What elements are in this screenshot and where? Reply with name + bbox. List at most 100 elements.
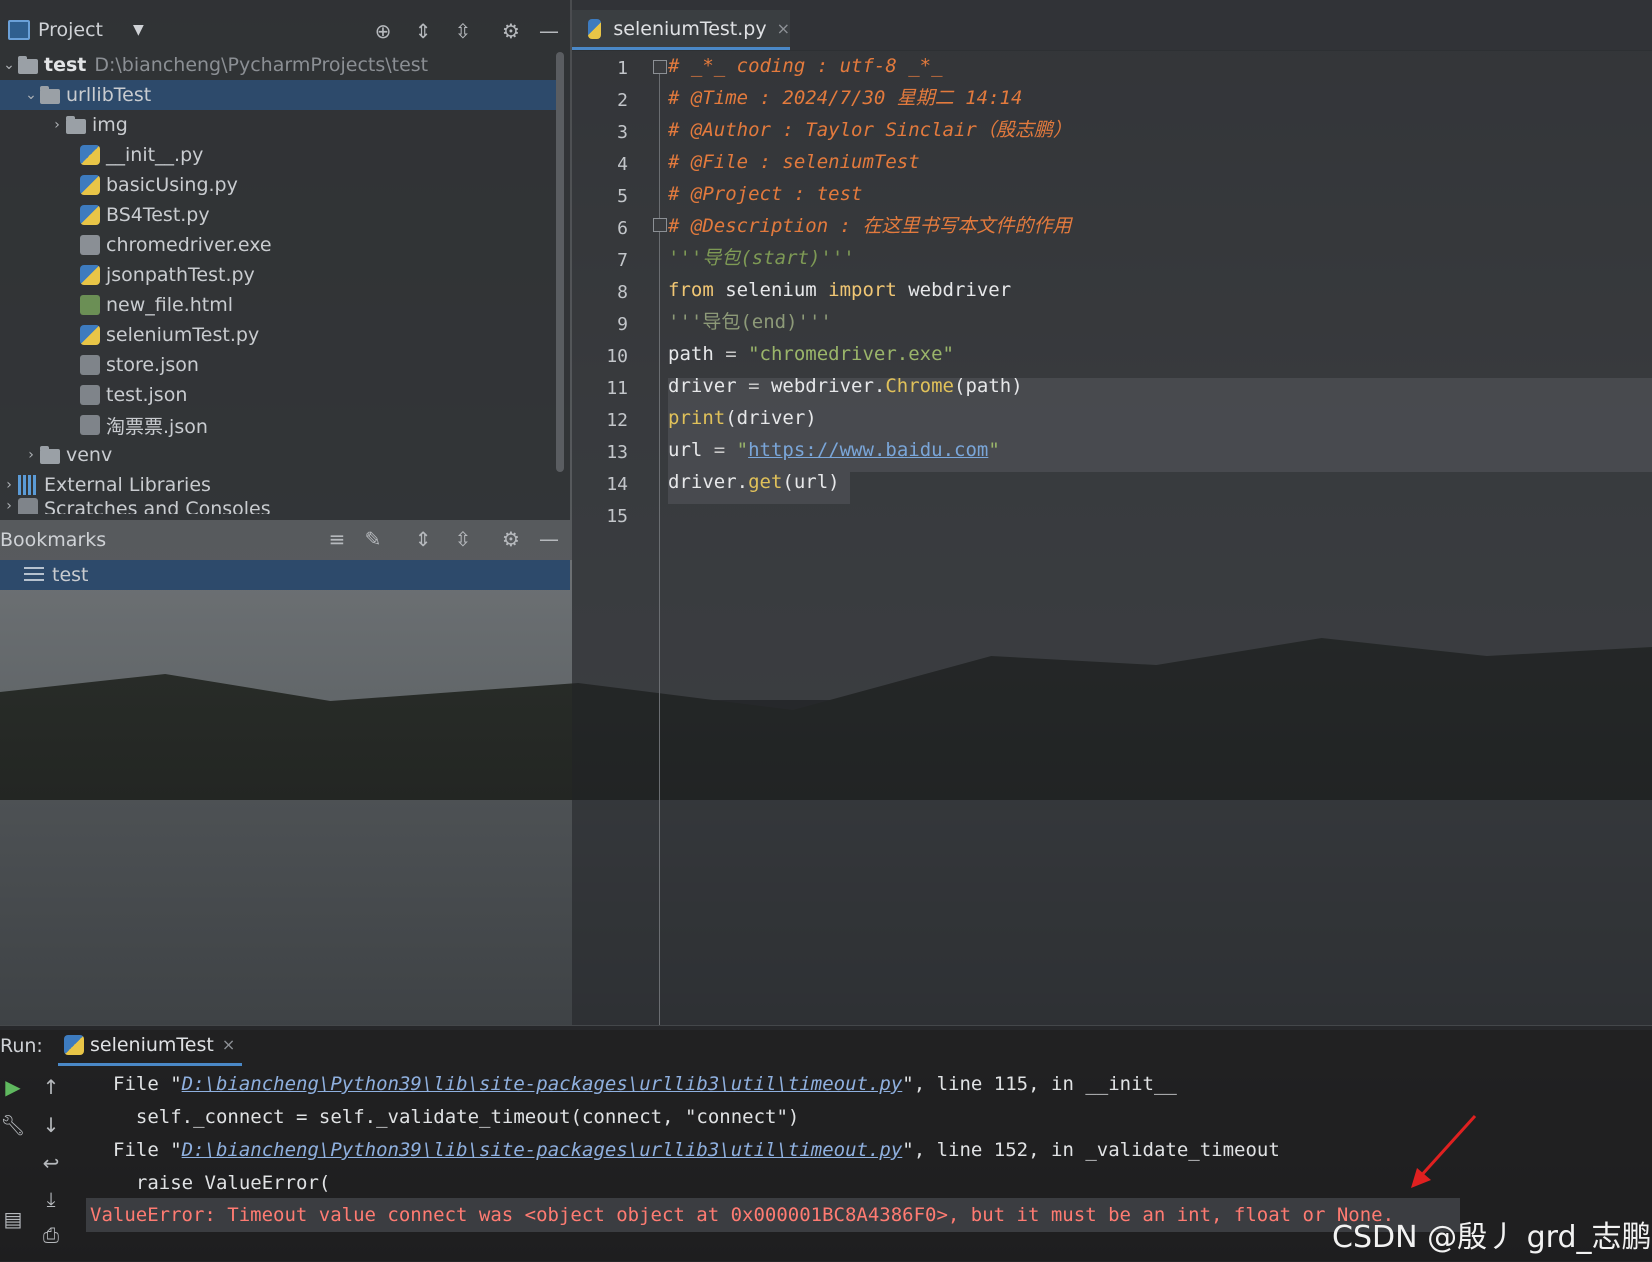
- code-line-11: driver = webdriver.Chrome(path): [668, 370, 1023, 402]
- operator-token: =: [702, 439, 737, 461]
- print-icon[interactable]: ⎙: [38, 1222, 64, 1248]
- code-editor[interactable]: 1 2 3 4 5 6 7 8 9 10 11 12 13 14 15 # _*…: [572, 50, 1652, 1025]
- chevron-right-icon[interactable]: ›: [0, 477, 18, 493]
- layout-icon[interactable]: ▤: [0, 1206, 26, 1232]
- args-token: (url): [782, 471, 840, 493]
- soft-wrap-icon[interactable]: ↩: [38, 1150, 64, 1176]
- keyword-token: from: [668, 279, 714, 301]
- line-number: 6: [617, 218, 628, 239]
- bookmarks-tool-window: Bookmarks ≡ ✎ ⇕ ⇳ ⚙ — test: [0, 520, 570, 590]
- line-number: 14: [606, 474, 628, 495]
- collapse-all-icon[interactable]: ⇳: [450, 527, 476, 553]
- tree-item-bs4test-py[interactable]: BS4Test.py: [80, 200, 210, 230]
- bookmarks-header: Bookmarks ≡ ✎ ⇕ ⇳ ⚙ —: [0, 520, 570, 560]
- tree-item-init-py[interactable]: __init__.py: [80, 140, 203, 170]
- code-line-5: # @Project : test: [668, 183, 863, 205]
- down-arrow-icon[interactable]: ↓: [38, 1112, 64, 1138]
- code-line-3: # @Author : Taylor Sinclair（殷志鹏）: [668, 119, 1072, 141]
- tree-item-urllibtest[interactable]: ⌄ urllibTest: [0, 80, 556, 110]
- python-file-icon: [80, 325, 100, 345]
- project-scrollbar[interactable]: [556, 52, 564, 472]
- file-path-link[interactable]: D:\biancheng\Python39\lib\site-packages\…: [182, 1073, 903, 1095]
- code-line-13: url = "https://www.baidu.com": [668, 434, 1000, 466]
- code-line-7: '''导包(start)''': [668, 247, 855, 269]
- line-number: 13: [606, 442, 628, 463]
- tab-seleniumtest-py[interactable]: seleniumTest.py ×: [572, 10, 790, 50]
- error-line: ValueError: Timeout value connect was <o…: [86, 1198, 1460, 1232]
- wrench-icon[interactable]: 🔧︎: [0, 1112, 26, 1138]
- tree-item-label: store.json: [106, 354, 199, 376]
- tree-item-new-file-html[interactable]: new_file.html: [80, 290, 233, 320]
- output-line: File "D:\biancheng\Python39\lib\site-pac…: [113, 1134, 1280, 1166]
- gear-icon[interactable]: ⚙: [498, 18, 524, 44]
- output-line: File "D:\biancheng\Python39\lib\site-pac…: [113, 1068, 1177, 1100]
- chevron-down-icon: ▼: [133, 22, 144, 38]
- project-view-selector[interactable]: Project ▼: [8, 19, 144, 41]
- output-text: File ": [113, 1139, 182, 1161]
- tree-item-chromedriver-exe[interactable]: chromedriver.exe: [80, 230, 272, 260]
- hide-icon[interactable]: —: [536, 18, 562, 44]
- scroll-to-end-icon[interactable]: ⤓: [38, 1186, 64, 1212]
- tree-item-test[interactable]: ⌄ test D:\biancheng\PycharmProjects\test: [0, 50, 428, 80]
- chevron-down-icon[interactable]: ⌄: [0, 57, 18, 73]
- chevron-right-icon[interactable]: ›: [48, 117, 66, 133]
- fold-toggle-icon[interactable]: [653, 218, 667, 232]
- tree-item-basicusing-py[interactable]: basicUsing.py: [80, 170, 238, 200]
- line-number-gutter: 1 2 3 4 5 6 7 8 9 10 11 12 13 14 15: [572, 50, 660, 1025]
- expand-all-icon[interactable]: ⇕: [410, 18, 436, 44]
- line-number: 3: [617, 122, 628, 143]
- python-file-icon: [80, 205, 100, 225]
- tree-item-seleniumtest-py[interactable]: seleniumTest.py: [80, 320, 259, 350]
- edit-icon[interactable]: ✎: [360, 527, 386, 553]
- tree-item-test-json[interactable]: test.json: [80, 380, 187, 410]
- file-path-link[interactable]: D:\biancheng\Python39\lib\site-packages\…: [182, 1139, 903, 1161]
- bookmarks-title: Bookmarks: [0, 529, 107, 551]
- url-link[interactable]: https://www.baidu.com: [748, 439, 988, 461]
- hide-icon[interactable]: —: [536, 527, 562, 553]
- collapse-all-icon[interactable]: ⇳: [450, 18, 476, 44]
- object-token: driver.: [668, 471, 749, 493]
- line-number: 8: [617, 282, 628, 303]
- gear-icon[interactable]: ⚙: [498, 527, 524, 553]
- output-text: File ": [113, 1073, 182, 1095]
- name-token: webdriver: [896, 279, 1012, 301]
- tree-item-scratches[interactable]: › Scratches and Consoles: [0, 498, 271, 514]
- function-token: get: [748, 471, 783, 493]
- rerun-icon[interactable]: ▶: [0, 1074, 26, 1100]
- bookmark-list-item[interactable]: test: [0, 560, 570, 590]
- string-token: ": [988, 439, 1000, 461]
- chevron-down-icon[interactable]: ⌄: [22, 87, 40, 103]
- tree-item-label: new_file.html: [106, 294, 234, 316]
- expand-all-icon[interactable]: ⇕: [410, 527, 436, 553]
- tree-item-label: test: [44, 54, 87, 76]
- json-file-icon: [80, 385, 100, 405]
- locate-icon[interactable]: ⊕: [370, 18, 396, 44]
- tree-item-label: basicUsing.py: [106, 174, 238, 196]
- tree-item-taopiaopiao-json[interactable]: 淘票票.json: [80, 410, 208, 440]
- run-tab-seleniumtest[interactable]: seleniumTest ×: [58, 1026, 242, 1066]
- tree-item-path: D:\biancheng\PycharmProjects\test: [94, 54, 429, 76]
- add-list-icon[interactable]: ≡: [324, 527, 350, 553]
- project-panel-header: Project ▼ ⊕ ⇕ ⇳ ⚙ —: [0, 10, 570, 50]
- folder-icon: [66, 115, 86, 134]
- chevron-right-icon[interactable]: ›: [22, 447, 40, 463]
- tree-item-jsonpathtest-py[interactable]: jsonpathTest.py: [80, 260, 255, 290]
- tree-item-store-json[interactable]: store.json: [80, 350, 199, 380]
- list-icon: [24, 567, 44, 583]
- tree-item-img[interactable]: › img: [48, 110, 128, 140]
- module-token: selenium: [713, 279, 829, 301]
- close-icon[interactable]: ×: [777, 19, 790, 38]
- up-arrow-icon[interactable]: ↑: [38, 1074, 64, 1100]
- tree-item-external-libraries[interactable]: › External Libraries: [0, 470, 211, 500]
- chevron-right-icon[interactable]: ›: [0, 498, 18, 514]
- code-line-2: # @Time : 2024/7/30 星期二 14:14: [668, 87, 1023, 109]
- python-file-icon: [80, 265, 100, 285]
- fold-toggle-icon[interactable]: [653, 60, 667, 74]
- html-file-icon: [80, 295, 100, 315]
- close-icon[interactable]: ×: [222, 1035, 235, 1054]
- library-icon: [18, 475, 38, 495]
- watermark: CSDN @殷丿 grd_志鹏: [1332, 1220, 1652, 1255]
- code-line-10: path = "chromedriver.exe": [668, 338, 954, 370]
- python-file-icon: [80, 145, 100, 165]
- tree-item-venv[interactable]: › venv: [22, 440, 112, 470]
